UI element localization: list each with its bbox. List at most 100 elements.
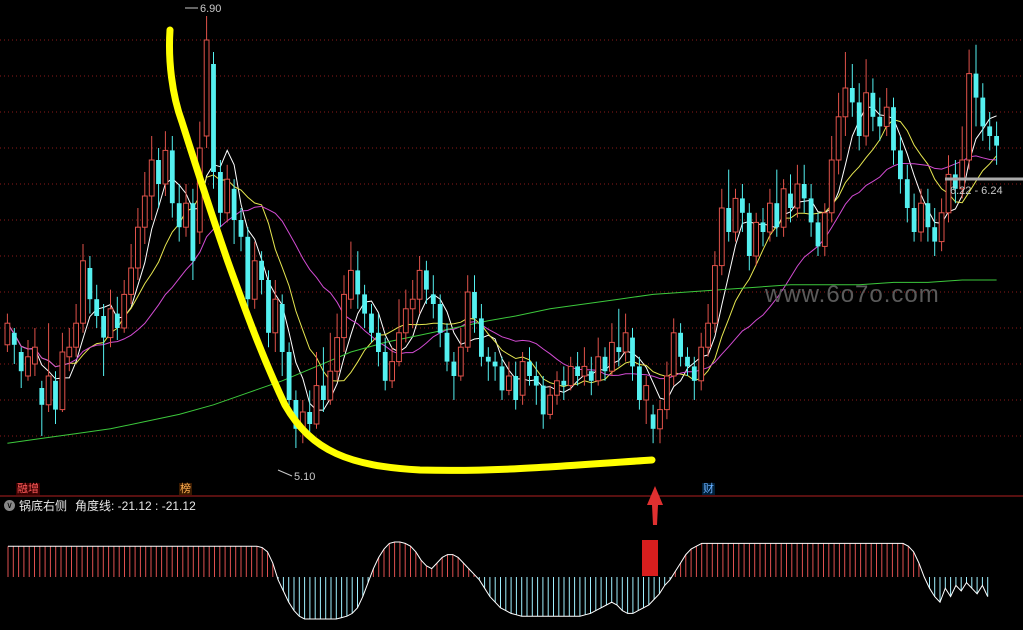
candle-body (691, 366, 697, 381)
candle-body (732, 197, 739, 233)
candle (513, 361, 519, 410)
candle (788, 174, 793, 223)
indicator-name[interactable]: 锅底右侧 (19, 497, 67, 514)
candle-body (670, 332, 677, 377)
candle-body (464, 291, 471, 348)
candle (80, 244, 86, 333)
candle-body (59, 351, 66, 411)
candle (774, 169, 780, 237)
candle-body (527, 361, 532, 376)
candle-body (898, 150, 903, 180)
candle-body (567, 365, 574, 387)
candle-body (835, 116, 842, 161)
candle (870, 78, 876, 132)
candle-body (911, 208, 917, 232)
candle-body (575, 366, 580, 376)
candle (780, 179, 787, 237)
candle (4, 313, 11, 352)
event-badge-finance[interactable]: 财 (702, 483, 715, 495)
candle (87, 256, 93, 314)
candle (25, 340, 31, 381)
candle (712, 251, 718, 333)
candle (856, 83, 862, 151)
candle-body (815, 222, 821, 247)
candle (464, 275, 471, 352)
candle (156, 148, 161, 208)
candle (121, 280, 128, 333)
candle (18, 347, 24, 388)
candle-body (101, 316, 106, 338)
candle (327, 332, 334, 405)
candle (815, 212, 821, 256)
candle (835, 92, 842, 175)
candle-body (416, 269, 423, 300)
bowl-annotation-curve (166, 26, 656, 474)
candle-body (251, 260, 258, 300)
candle-body (80, 260, 86, 324)
candle-body (402, 308, 409, 334)
candle (259, 251, 264, 295)
indicator-bars (7, 542, 989, 619)
candle (753, 212, 760, 266)
candle-body (698, 346, 705, 382)
candle-body (4, 322, 11, 346)
candle-body (341, 293, 347, 339)
candle-body (245, 236, 251, 300)
event-badge-margin[interactable]: 融增 (16, 483, 40, 495)
candle-body (53, 380, 58, 410)
candle (932, 208, 938, 256)
candle-body (664, 375, 670, 411)
candle-body (141, 195, 148, 228)
candle (801, 164, 807, 213)
candle (691, 356, 697, 400)
candle (416, 256, 423, 314)
candle-body (780, 188, 787, 228)
candle-body (547, 394, 554, 415)
candle (299, 400, 306, 444)
range-price-label: 6.22 - 6.24 (950, 185, 1003, 197)
candle-body (266, 280, 271, 333)
candle (918, 188, 924, 242)
candle-body (94, 299, 100, 316)
candle-body (856, 102, 862, 136)
candle-body (726, 208, 732, 232)
candle (114, 296, 120, 340)
candle (245, 227, 251, 314)
candle (492, 352, 498, 381)
candle (904, 164, 910, 223)
candle-body (808, 198, 814, 223)
candle-body (863, 92, 870, 137)
candle (650, 404, 656, 444)
candle (107, 289, 114, 348)
candle (588, 356, 594, 396)
candle-body (39, 388, 45, 405)
candle-body (437, 304, 443, 333)
candle (657, 400, 663, 444)
candle-body (609, 341, 615, 372)
candle-body (637, 366, 642, 400)
candle (925, 188, 931, 242)
candle-body (540, 385, 546, 415)
candle-body (533, 376, 539, 386)
candle-body (561, 380, 567, 386)
candle (554, 371, 560, 405)
candle-body (279, 304, 285, 352)
candle (66, 328, 73, 372)
low-price-label: 5.10 (294, 471, 316, 483)
candle-body (966, 73, 973, 161)
candle-body (183, 202, 189, 228)
candle (355, 251, 361, 309)
low-marker (277, 469, 293, 477)
candle-body (581, 365, 588, 377)
candle (863, 59, 870, 146)
candle-body (307, 412, 313, 424)
candle (73, 304, 79, 357)
chevron-down-icon[interactable]: ∨ (4, 499, 15, 511)
candle (176, 184, 182, 242)
candle (313, 352, 320, 429)
candle (231, 179, 237, 244)
candle-body (657, 409, 663, 430)
candle-body (321, 385, 326, 400)
event-badge-list[interactable]: 榜 (179, 483, 192, 495)
candle-body (513, 376, 519, 400)
